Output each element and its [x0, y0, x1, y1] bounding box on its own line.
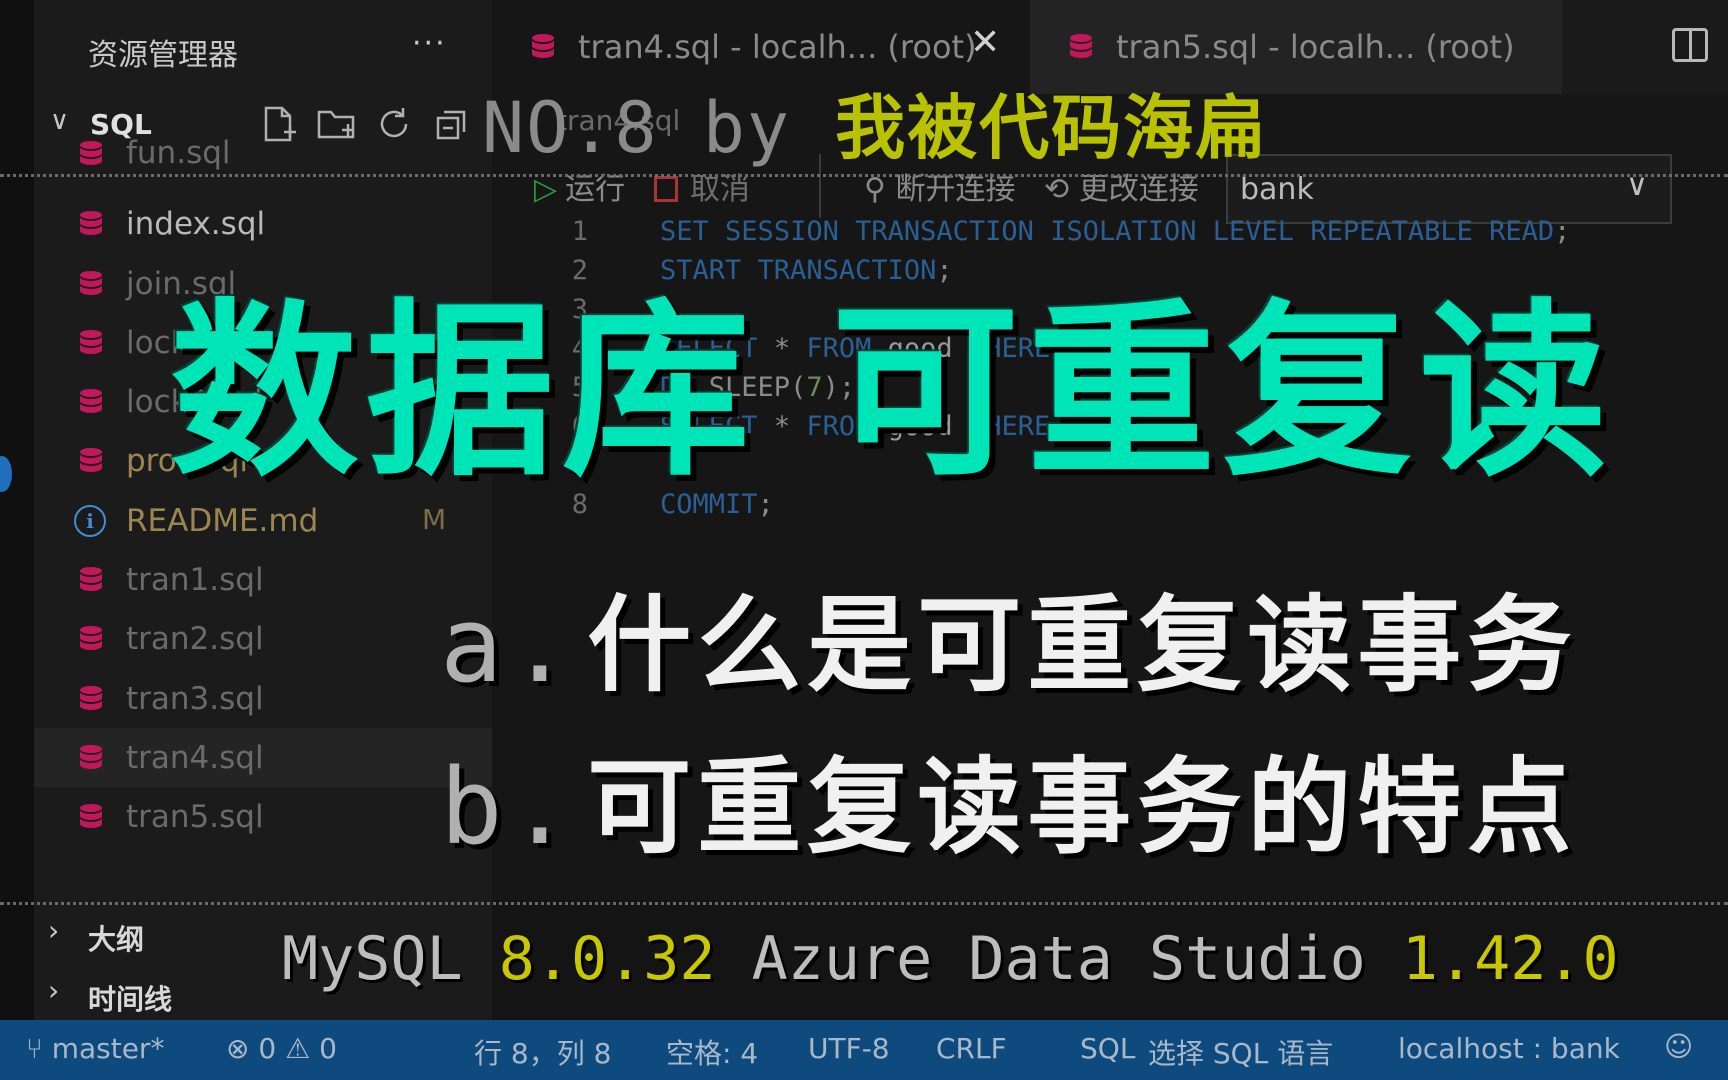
topic-text: 什么是可重复读事务	[587, 584, 1578, 706]
disconnect-label: 断开连接	[895, 172, 1016, 207]
file-name: tran3.sql	[126, 680, 264, 717]
main-title: 数据库 可重复读	[170, 283, 1616, 502]
encoding-status[interactable]: UTF-8	[808, 1032, 890, 1065]
ads-version: 1.42.0	[1401, 924, 1619, 994]
overlay-divider-bottom	[0, 902, 1728, 905]
file-name: tran1.sql	[126, 562, 264, 599]
warning-count: 0	[319, 1032, 337, 1065]
file-name: index.sql	[126, 206, 266, 243]
info-icon: i	[74, 504, 106, 537]
database-icon	[532, 34, 554, 58]
outline-label: 大纲	[88, 923, 145, 956]
chevron-right-icon: ›	[48, 974, 60, 1007]
cursor-position[interactable]: 行 8，列 8	[474, 1032, 611, 1072]
file-name: fun.sql	[126, 135, 231, 171]
problems-status[interactable]: ⊗ 0 ⚠ 0	[226, 1032, 337, 1065]
database-icon	[80, 329, 102, 354]
database-icon	[80, 744, 102, 769]
topic-letter: a.	[440, 584, 578, 706]
mysql-label: MySQL	[282, 924, 499, 994]
sidebar-title: 资源管理器	[88, 38, 238, 73]
file-item[interactable]: tran3.sql	[34, 669, 492, 728]
database-select-value: bank	[1240, 172, 1314, 207]
topic-text: 可重复读事务的特点	[587, 746, 1578, 868]
language-mode[interactable]: SQL	[1080, 1032, 1135, 1065]
database-icon	[80, 141, 102, 165]
topic-item-b: b.可重复读事务的特点	[440, 722, 1577, 873]
cancel-label: 取消	[690, 172, 750, 207]
close-icon[interactable]: ✕	[970, 22, 1000, 63]
split-editor-icon[interactable]	[1672, 28, 1708, 62]
status-bar: ⑂ master* ⊗ 0 ⚠ 0 行 8，列 8 空格: 4 UTF-8 CR…	[0, 1020, 1728, 1080]
indentation-status[interactable]: 空格: 4	[666, 1032, 758, 1072]
database-icon	[1070, 34, 1092, 58]
stop-icon	[654, 176, 678, 202]
error-icon: ⊗	[226, 1032, 259, 1065]
chevron-right-icon: ›	[48, 914, 60, 947]
version-caption: MySQL 8.0.32 Azure Data Studio 1.42.0	[282, 924, 1619, 994]
file-name: tran5.sql	[126, 799, 264, 836]
branch-status[interactable]: ⑂ master*	[26, 1032, 164, 1065]
file-item[interactable]: tran4.sql	[34, 727, 492, 788]
tab-label: tran5.sql - localh... (root)	[1116, 28, 1515, 66]
plug-icon: ⚲	[864, 172, 896, 207]
activity-bar	[0, 0, 34, 1020]
overlay-divider-top	[0, 174, 1728, 177]
branch-name: master*	[51, 1032, 165, 1065]
activity-indicator	[0, 456, 12, 492]
change-connection-icon: ⟲	[1044, 172, 1079, 207]
chevron-down-icon: ∨	[50, 106, 70, 136]
file-item[interactable]: tran1.sql	[34, 550, 492, 609]
ads-label: Azure Data Studio	[715, 924, 1402, 994]
database-select[interactable]: bank ∨	[1226, 154, 1672, 224]
error-count: 0	[258, 1032, 277, 1065]
feedback-icon[interactable]: ☺	[1664, 1030, 1693, 1063]
episode-banner: NO.8 by 我被代码海扁	[482, 72, 1267, 173]
file-item[interactable]: tran2.sql	[34, 609, 492, 668]
episode-label: NO.8 by	[482, 87, 836, 169]
connection-status[interactable]: localhost : bank	[1398, 1032, 1620, 1065]
topic-item-a: a.什么是可重复读事务	[440, 560, 1577, 711]
eol-status[interactable]: CRLF	[936, 1032, 1007, 1065]
run-label: 运行	[565, 172, 626, 207]
warning-icon: ⚠	[285, 1032, 320, 1065]
file-item[interactable]: fun.sql	[34, 135, 492, 194]
mysql-version: 8.0.32	[498, 924, 716, 994]
database-icon	[80, 685, 102, 710]
database-icon	[80, 626, 102, 651]
author-label: 我被代码海扁	[835, 87, 1268, 169]
database-icon	[80, 389, 102, 414]
tab-label: tran4.sql - localh... (root)	[578, 28, 977, 66]
more-actions-button[interactable]: ···	[412, 26, 447, 61]
file-name: tran2.sql	[126, 621, 264, 658]
database-icon	[80, 211, 102, 236]
database-icon	[80, 804, 102, 829]
file-item[interactable]: tran5.sql	[34, 787, 492, 846]
topic-letter: b.	[440, 746, 578, 868]
database-icon	[80, 448, 102, 473]
change-connection-label: 更改连接	[1078, 172, 1199, 207]
git-branch-icon: ⑂	[26, 1032, 52, 1065]
file-name: tran4.sql	[126, 739, 264, 776]
database-icon	[80, 567, 102, 592]
select-sql-language[interactable]: 选择 SQL 语言	[1148, 1032, 1333, 1072]
timeline-label: 时间线	[88, 983, 173, 1016]
play-icon: ▷	[534, 172, 558, 207]
database-icon	[80, 270, 102, 295]
